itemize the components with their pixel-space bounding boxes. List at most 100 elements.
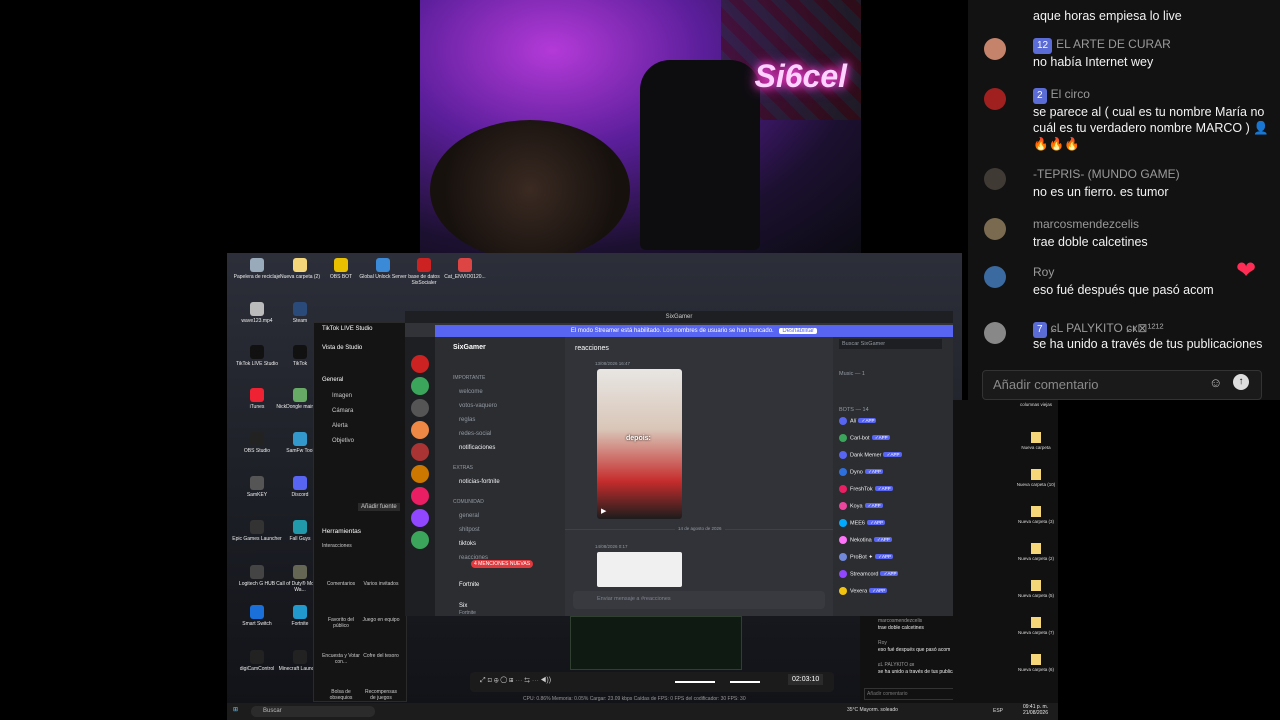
folder-icon[interactable]: Nueva carpeta (7) [1016, 617, 1056, 635]
server-name[interactable]: SixGamer [453, 344, 486, 351]
channel-item[interactable]: redes-social [459, 431, 491, 437]
message-input[interactable]: Enviar mensaje a #reacciones [573, 591, 825, 609]
folder-icon[interactable]: Nueva carpeta (5) [1016, 580, 1056, 598]
channel-item[interactable]: notificaciones [459, 445, 495, 451]
member-item[interactable]: Vexera ✓APP [839, 587, 888, 595]
folder-icon[interactable]: Nueva carpeta [1016, 432, 1056, 450]
desktop-icon[interactable]: Steam [275, 302, 325, 324]
members-header-bots: BOTS — 14 [839, 407, 869, 413]
stream-timer: 02:03:10 [788, 674, 824, 685]
channel-category[interactable]: COMUNIDAD [453, 499, 484, 505]
tts-tool-item[interactable]: Favorito del público [322, 617, 360, 629]
app-icon [250, 345, 264, 359]
member-name: MEE6 [850, 520, 865, 527]
voice-channel[interactable]: Fortnite [459, 582, 479, 588]
channel-item[interactable]: tiktoks [459, 541, 476, 547]
tts-tool-item[interactable]: Recompensas de juegos [362, 689, 400, 701]
tts-source-item[interactable]: Imagen [332, 393, 352, 399]
server-icon[interactable] [411, 465, 429, 483]
video-embed[interactable]: depois: ▶ [597, 369, 682, 519]
tts-source-item[interactable]: Alerta [332, 423, 348, 429]
tts-tool-item[interactable]: Bolsa de obsequios [322, 689, 360, 701]
member-item[interactable]: Dyno ✓APP [839, 468, 883, 476]
discord-search[interactable]: Buscar SixGamer [839, 339, 942, 349]
channel-category[interactable]: EXTRAS [453, 465, 473, 471]
avatar[interactable] [984, 322, 1006, 344]
tts-view-select[interactable]: Vista de Studio [322, 345, 362, 351]
channel-category[interactable]: IMPORTANTE [453, 375, 485, 381]
chat-username[interactable]: marcosmendezcelis [1033, 216, 1139, 232]
tool-icons[interactable]: ⤢ ⊡ ⊕ ◯ ⊞ ⋯ ⇆ ⋯ ◀)) [480, 677, 551, 685]
chat-username[interactable]: -TEPRIS- (MUNDO GAME) [1033, 166, 1180, 182]
taskbar-search[interactable]: Buscar [251, 706, 375, 717]
weather-widget[interactable]: 35°C Mayorm. soleado [847, 707, 898, 713]
member-item[interactable]: FreshTok ✓APP [839, 485, 893, 493]
tts-source-item[interactable]: Objetivo [332, 438, 354, 444]
members-header-music: Music — 1 [839, 371, 865, 377]
member-name: Carl-bot [850, 435, 870, 442]
avatar[interactable] [984, 218, 1006, 240]
avatar[interactable] [984, 38, 1006, 60]
server-icon[interactable] [411, 421, 429, 439]
channel-item[interactable]: noticias-fortnite [459, 479, 500, 485]
start-icon[interactable]: ⊞ [233, 706, 238, 713]
avatar[interactable] [984, 88, 1006, 110]
tts-source-item[interactable]: Cámara [332, 408, 353, 414]
chat-input[interactable]: Añadir comentario ☺ ↑ [982, 370, 1262, 400]
tts-tool-item[interactable]: Varios invitados [362, 581, 400, 587]
server-icon[interactable] [411, 443, 429, 461]
mic-slider[interactable] [730, 681, 760, 683]
level-badge: 12 [1033, 38, 1053, 54]
member-item[interactable]: Koya ✓APP [839, 502, 883, 510]
folder-icon[interactable]: Nueva carpeta (10) [1016, 469, 1056, 487]
channel-item[interactable]: reglas [459, 417, 475, 423]
member-item[interactable]: Streamcord ✓APP [839, 570, 899, 578]
server-icon[interactable] [411, 399, 429, 417]
avatar[interactable] [984, 266, 1006, 288]
tts-tool-item[interactable]: Cofre del tesoro [362, 653, 400, 659]
chat-username[interactable]: 2 El circo [1033, 86, 1090, 104]
folder-icon[interactable]: Nueva carpeta (3) [1016, 506, 1056, 524]
server-icon[interactable] [411, 377, 429, 395]
play-icon[interactable]: ▶ [601, 507, 606, 515]
channel-item[interactable]: votos-vaquero [459, 403, 497, 409]
member-item[interactable]: ProBot ✦ ✓APP [839, 553, 893, 561]
language-indicator[interactable]: ESP [993, 708, 1003, 714]
user-status: Fortnite [459, 610, 476, 616]
member-item[interactable]: Carl-bot ✓APP [839, 434, 890, 442]
new-mentions-pill[interactable]: 4 MENCIONES NUEVAS [471, 560, 534, 568]
member-item[interactable]: Nekotina ✓APP [839, 536, 892, 544]
tts-section[interactable]: General [322, 377, 343, 383]
app-icon [417, 258, 431, 272]
avatar[interactable] [984, 168, 1006, 190]
chat-username[interactable]: Roy [1033, 264, 1054, 280]
channel-item[interactable]: shitpost [459, 527, 480, 533]
chat-username[interactable]: 12 EL ARTE DE CURAR [1033, 36, 1171, 54]
chat-username-text: EL ARTE DE CURAR [1056, 37, 1171, 51]
send-icon[interactable]: ↑ [1233, 374, 1249, 390]
member-item[interactable]: Dank Memer ✓APP [839, 451, 902, 459]
disable-button[interactable]: Deshabilitar [779, 328, 818, 334]
folder-icon[interactable]: Nueva carpeta (2) [1016, 543, 1056, 561]
tts-tool-item[interactable]: Comentarios [322, 581, 360, 587]
banner-text: El modo Streamer está habilitado. Los no… [570, 328, 774, 334]
server-icon[interactable] [411, 355, 429, 373]
tts-tool-item[interactable]: Juego en equipo [362, 617, 400, 623]
member-item[interactable]: MEE6 ✓APP [839, 519, 886, 527]
volume-slider[interactable] [675, 681, 715, 683]
add-source-button[interactable]: Añadir fuente [358, 503, 400, 511]
emoji-icon[interactable]: ☺ [1209, 375, 1222, 390]
image-embed[interactable] [597, 552, 682, 587]
channel-item[interactable]: welcome [459, 389, 483, 395]
clock[interactable]: 09:41 p. m. 21/08/2026 [1023, 704, 1048, 716]
server-icon[interactable] [411, 531, 429, 549]
server-icon[interactable] [411, 487, 429, 505]
channel-item[interactable]: general [459, 513, 479, 519]
mini-chat-user: ɕL PALYKITO ɕҝ [878, 662, 915, 668]
desktop-icon[interactable]: Cat_ENVIO0120... [440, 258, 490, 280]
member-item[interactable]: Alí ✓APP [839, 417, 877, 425]
folder-glyph [1031, 617, 1041, 628]
server-icon[interactable] [411, 509, 429, 527]
folder-icon[interactable]: Nueva carpeta (6) [1016, 654, 1056, 672]
tts-tool-item[interactable]: Encuesta y Votar con... [322, 653, 360, 665]
